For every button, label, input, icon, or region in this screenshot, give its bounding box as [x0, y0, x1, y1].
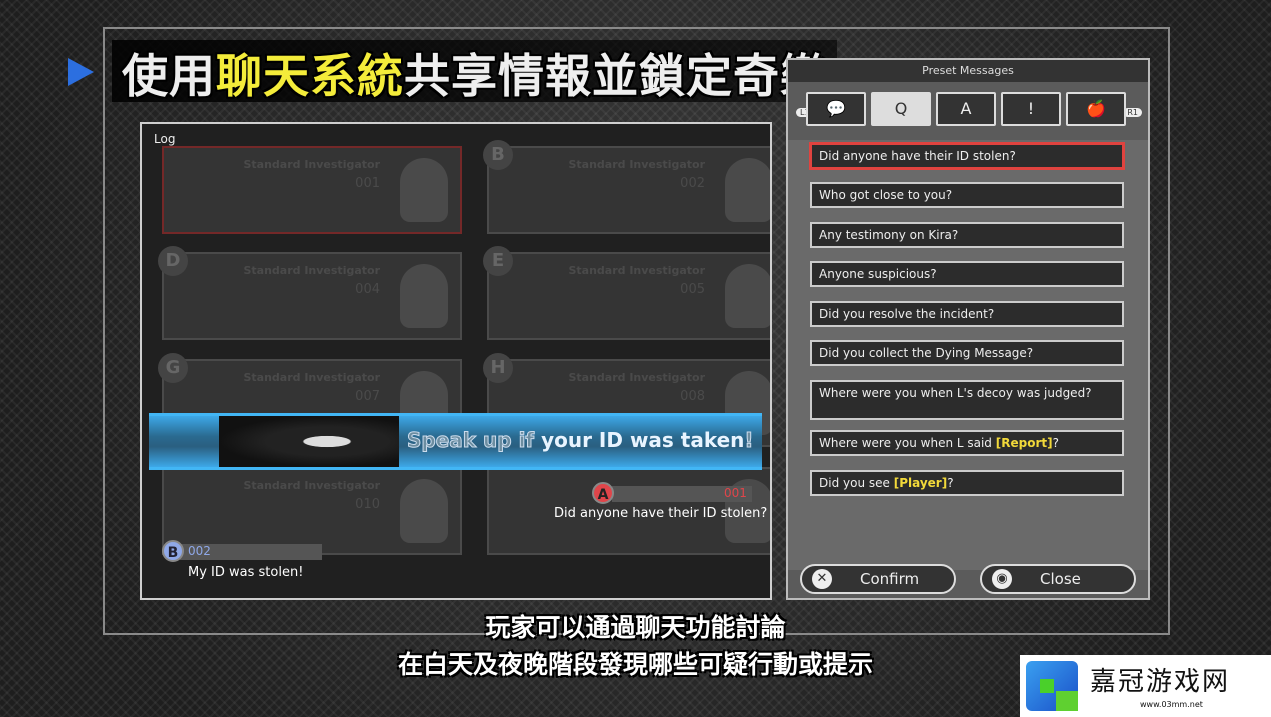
title-text: 使用: [122, 49, 216, 103]
card-number: 010: [355, 497, 380, 512]
card-number: 008: [680, 389, 705, 404]
player-badge-a: A: [592, 482, 614, 504]
player-badge-b: B: [162, 540, 184, 562]
player-card: Standard Investigator 005: [487, 252, 770, 340]
player-id: 001: [724, 486, 747, 500]
speech-banner: Speak up if your ID was taken!: [149, 413, 762, 470]
watermark-url: www.03mm.net: [1140, 700, 1203, 709]
preset-tab[interactable]: 🍎: [1066, 92, 1126, 126]
answer-icon: A: [960, 99, 972, 118]
player-id: 002: [188, 544, 211, 558]
player-card: Standard Investigator 004: [162, 252, 462, 340]
card-role: Standard Investigator: [568, 158, 705, 171]
avatar: [400, 264, 448, 328]
preset-messages-panel: Preset Messages L1 R1 💬 Q A! 🍎 Did anyone h…: [786, 58, 1150, 600]
avatar: [400, 158, 448, 222]
preset-message-item[interactable]: Did anyone have their ID stolen?: [810, 143, 1124, 169]
play-triangle-icon: [68, 58, 94, 86]
close-button[interactable]: ◉ Close: [980, 564, 1136, 594]
chat-message: My ID was stolen!: [188, 565, 304, 580]
card-role: Standard Investigator: [568, 371, 705, 384]
preset-message-item[interactable]: Anyone suspicious?: [810, 261, 1124, 287]
chat-icon: 💬: [826, 99, 846, 118]
card-number: 001: [355, 176, 380, 191]
r1-button[interactable]: R1: [1123, 108, 1142, 117]
title-highlight: 聊天系統: [216, 49, 404, 103]
card-role: Standard Investigator: [243, 158, 380, 171]
preset-list: Did anyone have their ID stolen? Who got …: [788, 140, 1148, 570]
card-number: 002: [680, 176, 705, 191]
apple-notebook-icon: 🍎: [1086, 99, 1106, 118]
cross-button-icon: ✕: [812, 569, 832, 589]
preset-tabs: L1 R1 💬 Q A! 🍎: [796, 86, 1142, 128]
card-role: Standard Investigator: [243, 479, 380, 492]
preset-tab[interactable]: A: [936, 92, 996, 126]
watermark-name: 嘉冠游戏网: [1090, 667, 1231, 697]
card-number: 005: [680, 282, 705, 297]
preset-header: Preset Messages: [788, 60, 1148, 82]
player-letter: E: [483, 246, 513, 276]
subtitle-line: 玩家可以通過聊天功能討論: [485, 613, 786, 642]
avatar: [725, 264, 770, 328]
avatar: [725, 158, 770, 222]
preset-message-item[interactable]: Did you see [Player]?: [810, 470, 1124, 496]
confirm-button[interactable]: ✕ Confirm: [800, 564, 956, 594]
player-card: Standard Investigator 001: [162, 146, 462, 234]
banner-text: Speak up if your ID was taken!: [406, 428, 754, 453]
player-letter: G: [158, 353, 188, 383]
card-role: Standard Investigator: [243, 264, 380, 277]
preset-message-item[interactable]: Did you resolve the incident?: [810, 301, 1124, 327]
player-letter: D: [158, 246, 188, 276]
preset-tab[interactable]: Q: [871, 92, 931, 126]
card-role: Standard Investigator: [243, 371, 380, 384]
preset-message-item[interactable]: Who got close to you?: [810, 182, 1124, 208]
l-portrait: [219, 416, 399, 467]
card-number: 007: [355, 389, 380, 404]
preset-message-item[interactable]: Did you collect the Dying Message?: [810, 340, 1124, 366]
preset-tab[interactable]: !: [1001, 92, 1061, 126]
log-label: Log: [154, 132, 176, 146]
question-icon: Q: [894, 99, 908, 118]
watermark-logo: 嘉冠游戏网 www.03mm.net: [1020, 655, 1271, 717]
preset-message-item[interactable]: Where were you when L said [Report]?: [810, 430, 1124, 456]
alert-icon: !: [1027, 99, 1035, 118]
circle-button-icon: ◉: [992, 569, 1012, 589]
preset-message-item[interactable]: Where were you when L's decoy was judged…: [810, 380, 1124, 420]
player-card: Standard Investigator 002: [487, 146, 770, 234]
card-role: Standard Investigator: [568, 264, 705, 277]
player-card: Standard Investigator 010: [162, 467, 462, 555]
player-letter: H: [483, 353, 513, 383]
player-letter: B: [483, 140, 513, 170]
preset-message-item[interactable]: Any testimony on Kira?: [810, 222, 1124, 248]
page-title: 使用聊天系統共享情報並鎖定奇樂: [112, 40, 837, 103]
log-panel: Standard Investigator 001 Standard Investi…: [140, 122, 772, 600]
preset-tab[interactable]: 💬: [806, 92, 866, 126]
card-number: 004: [355, 282, 380, 297]
title-text: 共享情報並鎖定奇樂: [404, 49, 827, 103]
logo-mark-icon: [1026, 661, 1078, 711]
avatar: [400, 479, 448, 543]
chat-message: Did anyone have their ID stolen?: [554, 506, 768, 521]
